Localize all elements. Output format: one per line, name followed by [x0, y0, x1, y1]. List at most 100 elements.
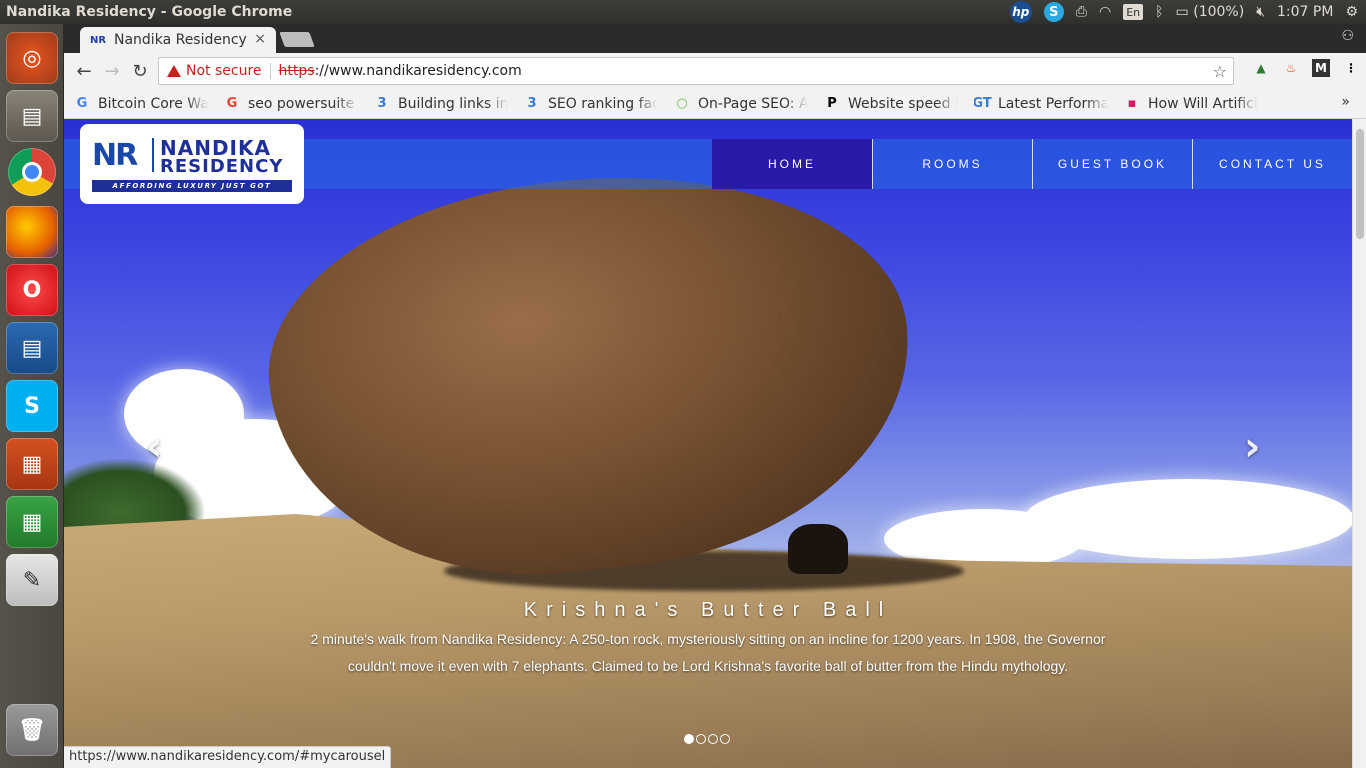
bookmark-label: Website speed te — [848, 95, 958, 112]
caption-title: Krishna's Butter Ball — [523, 599, 893, 621]
bookmarks-bar: G Bitcoin Core Wal Gseo powersuite c 3 Build… — [64, 89, 1366, 119]
volume-muted-icon[interactable]: 🔇︎ — [1256, 2, 1265, 22]
caption-text: 2 minute's walk from Nandika Residency: … — [310, 631, 1106, 674]
tab-close-icon[interactable]: × — [254, 31, 266, 47]
new-tab-button[interactable] — [279, 32, 315, 47]
bookmark-item[interactable]: 3 Building links in — [374, 96, 508, 112]
bookmark-label: seo powersuite c — [248, 95, 358, 112]
launcher: ◎ ▤ O ▤ S ▦ ▦ ✎ 🗑︎ — [0, 24, 64, 768]
skype-icon[interactable]: S — [6, 380, 58, 432]
bookmark-label: On-Page SEO: An — [698, 95, 808, 112]
warning-icon — [167, 65, 181, 77]
ubuntu-dash-icon[interactable]: ◎ — [6, 32, 58, 84]
top-panel: Nandika Residency - Google Chrome hp S ⎙… — [0, 0, 1366, 24]
bookmark-favicon-icon: P — [827, 96, 837, 111]
webpage: HOME ROOMS GUEST BOOK CONTACT US NR NAND… — [64, 119, 1352, 768]
site-logo[interactable]: NR NANDIKA RESIDENCY AFFORDING LUXURY JU… — [80, 124, 304, 204]
extensions: ▲ ♨ M ⋮ — [1252, 59, 1360, 77]
window-title: Nandika Residency - Google Chrome — [6, 4, 293, 20]
bookmark-item[interactable]: P Website speed te — [824, 96, 958, 112]
carousel-dot[interactable] — [708, 734, 718, 744]
nav-contact-us[interactable]: CONTACT US — [1192, 139, 1352, 189]
clock[interactable]: 1:07 PM — [1277, 2, 1333, 22]
bluetooth-icon[interactable]: ᛒ — [1155, 2, 1163, 22]
security-indicator[interactable]: Not secure — [159, 63, 262, 79]
logo-line2: RESIDENCY — [160, 156, 284, 177]
carousel-prev-icon[interactable]: ‹ — [146, 424, 162, 470]
bookmark-favicon-icon: G — [226, 96, 238, 111]
people-silhouette — [788, 524, 848, 574]
bookmark-item[interactable]: ▪ How Will Artifici — [1124, 96, 1258, 112]
bookmark-favicon-icon: ▪ — [1127, 96, 1137, 111]
toolbar: ← → ↻ Not secure https://www.nandikaresi… — [64, 53, 1366, 89]
battery-percent: (100%) — [1193, 4, 1245, 20]
extension-fire-icon[interactable]: ♨ — [1282, 59, 1300, 77]
skype-tray-icon[interactable]: S — [1043, 2, 1064, 22]
url-host: ://www.nandikaresidency.com — [314, 63, 522, 79]
bookmark-favicon-icon: ○ — [676, 96, 688, 111]
address-bar[interactable]: Not secure https://www.nandikaresidency.… — [158, 57, 1234, 85]
bookmarks-overflow-icon[interactable]: » — [1341, 94, 1350, 110]
carousel-dot[interactable] — [696, 734, 706, 744]
bookmark-item[interactable]: ○ On-Page SEO: An — [674, 96, 808, 112]
back-icon[interactable]: ← — [70, 57, 98, 85]
bookmark-label: SEO ranking fact — [548, 95, 658, 112]
tab-nandika-residency[interactable]: NR Nandika Residency × — [80, 27, 276, 53]
site-favicon-icon: NR — [90, 34, 107, 46]
text-editor-icon[interactable]: ✎ — [6, 554, 58, 606]
site-nav: HOME ROOMS GUEST BOOK CONTACT US — [712, 139, 1352, 189]
carousel-next-icon[interactable]: › — [1244, 424, 1260, 470]
extension-arrow-icon[interactable]: ▲ — [1252, 59, 1270, 77]
printer-icon[interactable]: ⎙ — [1076, 2, 1087, 22]
cloud — [1024, 479, 1352, 559]
status-bar-url: https://www.nandikaresidency.com/#mycaro… — [64, 746, 392, 768]
opera-icon[interactable]: O — [6, 264, 58, 316]
bookmark-item[interactable]: GT Latest Performa — [974, 96, 1108, 112]
libreoffice-impress-icon[interactable]: ▦ — [6, 438, 58, 490]
bookmark-favicon-icon: G — [76, 96, 88, 111]
reload-icon[interactable]: ↻ — [126, 57, 154, 85]
battery-icon: ▭ — [1175, 4, 1189, 20]
incognito-profile-icon[interactable]: ⚇ — [1341, 28, 1354, 44]
tab-strip: NR Nandika Residency × ⚇ — [64, 24, 1366, 53]
forward-icon[interactable]: → — [98, 57, 126, 85]
bookmark-favicon-icon: 3 — [527, 96, 537, 111]
bookmark-favicon-icon: 3 — [377, 96, 387, 111]
hp-icon[interactable]: hp — [1009, 1, 1032, 23]
keyboard-language-indicator[interactable]: En — [1123, 4, 1144, 20]
gear-icon[interactable]: ⚙ — [1345, 2, 1358, 22]
browser-window: NR Nandika Residency × ⚇ ← → ↻ Not secur… — [64, 24, 1366, 768]
not-secure-label: Not secure — [186, 63, 262, 79]
battery-indicator[interactable]: ▭ (100%) — [1176, 2, 1245, 22]
bookmark-item[interactable]: Gseo powersuite c — [224, 96, 358, 112]
bookmark-label: How Will Artifici — [1148, 95, 1258, 112]
bookmark-star-icon[interactable]: ☆ — [1213, 62, 1227, 81]
system-indicators: hp S ⎙ ◠ En ᛒ ▭ (100%) 🔇︎ 1:07 PM ⚙ — [1009, 0, 1358, 24]
files-icon[interactable]: ▤ — [6, 90, 58, 142]
libreoffice-calc-icon[interactable]: ▦ — [6, 496, 58, 548]
bookmark-favicon-icon: GT — [974, 96, 992, 111]
nav-guest-book[interactable]: GUEST BOOK — [1032, 139, 1192, 189]
wifi-icon[interactable]: ◠ — [1099, 2, 1111, 22]
trash-icon[interactable]: 🗑︎ — [6, 704, 58, 756]
carousel-caption: Krishna's Butter Ball 2 minute's walk fr… — [304, 599, 1112, 680]
bookmark-item[interactable]: 3 SEO ranking fact — [524, 96, 658, 112]
firefox-icon[interactable] — [6, 206, 58, 258]
carousel-dot[interactable] — [720, 734, 730, 744]
chrome-icon[interactable] — [8, 148, 56, 196]
logo-mark: NR — [92, 138, 138, 173]
scrollbar-thumb[interactable] — [1356, 129, 1364, 239]
page-scrollbar[interactable] — [1352, 119, 1366, 768]
libreoffice-writer-icon[interactable]: ▤ — [6, 322, 58, 374]
bookmark-label: Latest Performa — [998, 95, 1108, 112]
extension-m-icon[interactable]: M — [1312, 59, 1330, 77]
bookmark-label: Building links in — [398, 95, 508, 112]
tab-title: Nandika Residency — [114, 32, 247, 48]
bookmark-item[interactable]: G Bitcoin Core Wal — [74, 96, 208, 112]
logo-tagline: AFFORDING LUXURY JUST GOT SIMPLER — [92, 180, 292, 202]
nav-home[interactable]: HOME — [712, 139, 872, 189]
chrome-menu-icon[interactable]: ⋮ — [1342, 59, 1360, 77]
nav-rooms[interactable]: ROOMS — [872, 139, 1032, 189]
carousel-dot[interactable] — [684, 734, 694, 744]
url-scheme: https — [278, 63, 315, 79]
